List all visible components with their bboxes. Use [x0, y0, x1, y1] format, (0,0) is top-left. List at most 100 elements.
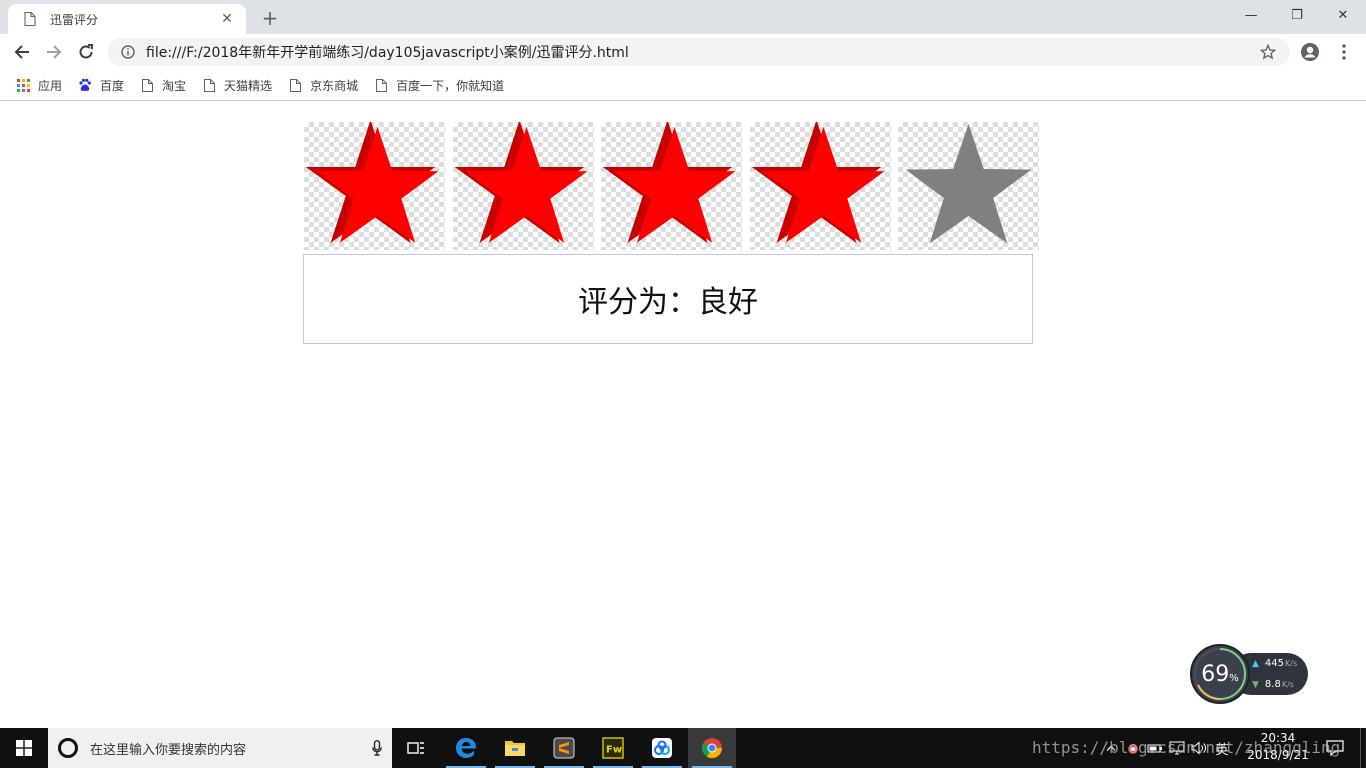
- bookmark-baidu[interactable]: 百度: [72, 73, 132, 97]
- battery-icon[interactable]: [1144, 728, 1166, 768]
- bookmark-tmall[interactable]: 天猫精选: [196, 73, 280, 97]
- sublime-text-icon: [553, 737, 575, 759]
- baidu-paw-icon: [78, 78, 92, 92]
- task-view-button[interactable]: [392, 728, 440, 768]
- notification-icon: [1326, 740, 1344, 756]
- new-tab-button[interactable]: +: [258, 6, 282, 30]
- taskbar-file-explorer[interactable]: [491, 728, 539, 768]
- taskbar-edge[interactable]: [442, 728, 490, 768]
- baidu-netdisk-icon: [652, 738, 672, 758]
- chevron-up-icon[interactable]: [1100, 728, 1122, 768]
- tab-strip: 迅雷评分 ✕ + — ❐ ✕: [0, 0, 1366, 34]
- clock-date: 2018/9/21: [1247, 748, 1309, 762]
- network-speed-widget[interactable]: 69% ▲ 445 K/s ▼ 8.8 K/s: [1190, 644, 1310, 704]
- forward-button[interactable]: [40, 38, 68, 66]
- cortana-icon: [58, 738, 78, 758]
- star-filled-4[interactable]: [749, 122, 891, 250]
- task-view-icon: [407, 742, 424, 754]
- network-icon[interactable]: [1166, 728, 1188, 768]
- account-avatar-icon[interactable]: [1298, 40, 1322, 64]
- taskbar-chrome[interactable]: [688, 728, 736, 768]
- star-icon: [751, 122, 884, 243]
- svg-text:Fw: Fw: [606, 745, 622, 756]
- show-desktop-button[interactable]: [1360, 728, 1366, 768]
- reload-icon: [79, 44, 93, 59]
- window-minimize-button[interactable]: —: [1228, 0, 1274, 30]
- address-bar[interactable]: [108, 38, 1290, 66]
- percent-value: 69: [1201, 661, 1230, 687]
- bookmark-label: 百度: [100, 78, 125, 93]
- bookmarks-bar: 应用 百度 淘宝 天猫精选 京东商城 百度一下，你就知道: [0, 70, 1366, 101]
- tab-active[interactable]: 迅雷评分 ✕: [8, 4, 246, 34]
- window-maximize-button[interactable]: ❐: [1274, 0, 1320, 30]
- bookmark-label: 应用: [38, 78, 63, 93]
- download-speed: ▼ 8.8 K/s: [1252, 679, 1294, 690]
- star-icon: [905, 124, 1032, 244]
- reload-button[interactable]: [72, 38, 100, 66]
- chrome-icon: [702, 738, 723, 759]
- star-filled-3[interactable]: [601, 122, 742, 250]
- clock-time: 20:34: [1260, 731, 1296, 745]
- download-speed-unit: K/s: [1281, 680, 1294, 689]
- window-close-button[interactable]: ✕: [1320, 0, 1366, 30]
- folder-icon: [505, 741, 525, 756]
- file-icon: [202, 78, 216, 92]
- upload-speed-unit: K/s: [1285, 659, 1298, 668]
- star-icon: [305, 122, 439, 243]
- taskbar-fireworks[interactable]: Fw: [589, 728, 637, 768]
- star-icon: [454, 122, 587, 243]
- bookmark-label: 天猫精选: [224, 78, 273, 93]
- upload-speed-value: 445: [1264, 658, 1285, 669]
- arrow-left-icon: [14, 45, 29, 59]
- input-language-indicator[interactable]: 英: [1210, 728, 1234, 768]
- file-icon: [140, 78, 154, 92]
- info-icon[interactable]: [120, 44, 136, 60]
- star-filled-2[interactable]: [452, 122, 594, 250]
- taskbar-search-placeholder: 在这里输入你要搜索的内容: [90, 742, 247, 758]
- taskbar-baidu-netdisk[interactable]: [638, 728, 686, 768]
- bookmark-taobao[interactable]: 淘宝: [134, 73, 194, 97]
- start-button[interactable]: [0, 728, 48, 768]
- tray-app-icon[interactable]: [1122, 728, 1144, 768]
- back-button[interactable]: [8, 38, 36, 66]
- system-tray: 英: [1100, 728, 1234, 768]
- star-icon: [602, 122, 736, 243]
- action-center-button[interactable]: [1320, 728, 1350, 768]
- download-speed-value: 8.8: [1264, 679, 1281, 690]
- taskbar-sublime-text[interactable]: [540, 728, 588, 768]
- bookmark-star-icon[interactable]: [1258, 42, 1278, 62]
- taskbar-search-box[interactable]: 在这里输入你要搜索的内容: [48, 728, 392, 768]
- apps-grid-icon: [16, 78, 30, 92]
- kebab-menu-icon[interactable]: [1332, 40, 1356, 64]
- file-icon: [288, 78, 302, 92]
- edge-icon: [456, 738, 476, 758]
- file-icon: [22, 11, 38, 27]
- browser-toolbar: [0, 34, 1366, 70]
- bookmark-label: 京东商城: [310, 78, 359, 93]
- microphone-icon[interactable]: [362, 740, 392, 756]
- bookmark-baidu-search[interactable]: 百度一下，你就知道: [368, 73, 512, 97]
- tab-title: 迅雷评分: [50, 12, 99, 27]
- tab-close-icon[interactable]: ✕: [218, 10, 236, 28]
- taskbar-clock[interactable]: 20:34 2018/9/21: [1246, 730, 1310, 766]
- url-input[interactable]: [146, 44, 1258, 60]
- star-filled-1[interactable]: [304, 122, 445, 250]
- windows-logo-icon: [16, 740, 32, 756]
- bookmark-apps[interactable]: 应用: [10, 73, 70, 97]
- arrow-down-icon: ▼: [1252, 679, 1259, 690]
- arrow-up-icon: ▲: [1252, 658, 1259, 669]
- bookmark-label: 百度一下，你就知道: [396, 78, 505, 93]
- fireworks-icon: Fw: [602, 737, 624, 759]
- star-rating: [304, 122, 1044, 250]
- memory-usage-percent: 69%: [1190, 644, 1250, 704]
- file-icon: [374, 78, 388, 92]
- percent-unit: %: [1229, 672, 1239, 684]
- arrow-right-icon: [47, 45, 62, 59]
- rating-result-box: 评分为：良好: [303, 254, 1033, 344]
- star-empty-5[interactable]: [898, 122, 1039, 250]
- upload-speed: ▲ 445 K/s: [1252, 658, 1297, 669]
- bookmark-label: 淘宝: [162, 78, 187, 93]
- windows-taskbar: 在这里输入你要搜索的内容 Fw 英 20:34 2018/9/21: [0, 728, 1366, 768]
- bookmark-jd[interactable]: 京东商城: [282, 73, 366, 97]
- volume-icon[interactable]: [1188, 728, 1210, 768]
